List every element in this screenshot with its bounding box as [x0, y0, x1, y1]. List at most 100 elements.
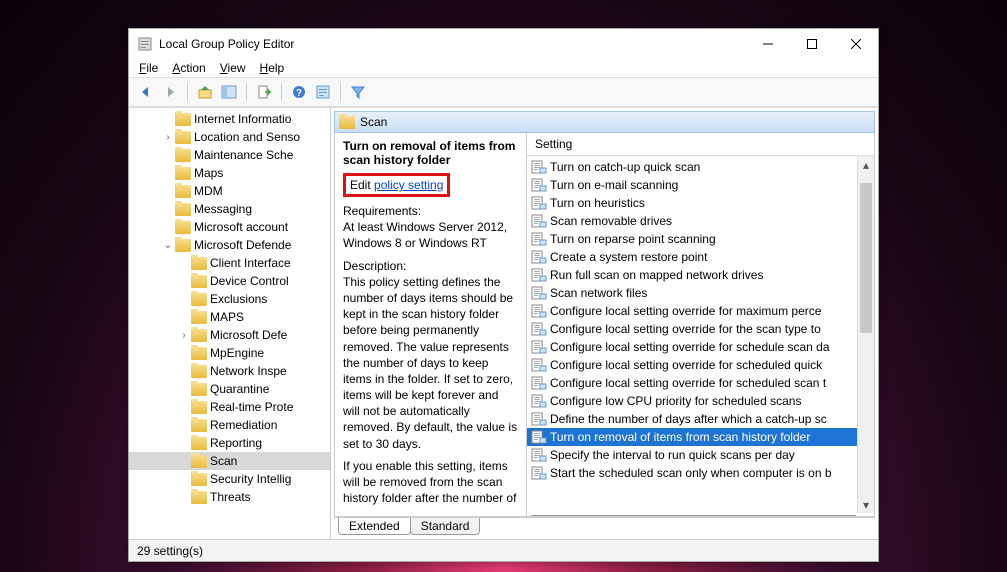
description-text-2: If you enable this setting, items will b… — [343, 458, 518, 507]
settings-list[interactable]: Turn on catch-up quick scan Turn on e-mai… — [527, 156, 874, 513]
tree-item[interactable]: MpEngine — [129, 344, 330, 362]
setting-label: Run full scan on mapped network drives — [550, 268, 763, 282]
tree-pane[interactable]: Internet Informatio › Location and Senso Ma… — [129, 108, 331, 539]
minimize-button[interactable] — [746, 29, 790, 59]
tree-item[interactable]: Network Inspe — [129, 362, 330, 380]
show-hide-tree-button[interactable] — [218, 81, 240, 103]
column-header[interactable]: Setting — [527, 133, 874, 156]
setting-row[interactable]: Configure local setting override for the… — [527, 320, 874, 338]
tree-item[interactable]: MAPS — [129, 308, 330, 326]
setting-row[interactable]: Turn on catch-up quick scan — [527, 158, 874, 176]
folder-icon — [191, 257, 207, 270]
tree-item-label: Microsoft account — [194, 220, 288, 234]
description-text: This policy setting defines the number o… — [343, 275, 517, 451]
setting-label: Configure local setting override for sch… — [550, 358, 822, 372]
setting-row[interactable]: Turn on heuristics — [527, 194, 874, 212]
scroll-down-icon[interactable]: ▾ — [858, 496, 874, 513]
tree-item[interactable]: Scan — [129, 452, 330, 470]
tree-item[interactable]: Maintenance Sche — [129, 146, 330, 164]
setting-row[interactable]: Scan removable drives — [527, 212, 874, 230]
app-icon — [137, 36, 153, 52]
setting-label: Configure local setting override for max… — [550, 304, 821, 318]
folder-icon — [175, 113, 191, 126]
setting-label: Define the number of days after which a … — [550, 412, 827, 426]
menu-view[interactable]: View — [220, 61, 246, 75]
forward-button[interactable] — [159, 81, 181, 103]
setting-row[interactable]: Create a system restore point — [527, 248, 874, 266]
tree-item[interactable]: Device Control — [129, 272, 330, 290]
tree-item-label: Network Inspe — [210, 364, 287, 378]
up-button[interactable] — [194, 81, 216, 103]
setting-row[interactable]: Configure local setting override for sch… — [527, 374, 874, 392]
tree-item[interactable]: Quarantine — [129, 380, 330, 398]
tree-item[interactable]: Client Interface — [129, 254, 330, 272]
tree-item[interactable]: Security Intellig — [129, 470, 330, 488]
toolbar: ? — [129, 77, 878, 107]
tab-standard[interactable]: Standard — [410, 518, 481, 535]
setting-row[interactable]: Define the number of days after which a … — [527, 410, 874, 428]
tree-item[interactable]: Maps — [129, 164, 330, 182]
setting-row[interactable]: Turn on reparse point scanning — [527, 230, 874, 248]
pane-header: Scan — [334, 111, 875, 133]
folder-icon — [175, 149, 191, 162]
tree-item[interactable]: Real-time Prote — [129, 398, 330, 416]
tree-item[interactable]: ⌄Microsoft Defende — [129, 236, 330, 254]
folder-icon — [191, 365, 207, 378]
tree-item-label: MpEngine — [210, 346, 264, 360]
tree-item[interactable]: Microsoft account — [129, 218, 330, 236]
setting-row[interactable]: Start the scheduled scan only when compu… — [527, 464, 874, 482]
setting-label: Turn on e-mail scanning — [550, 178, 678, 192]
tree-item-label: Maps — [194, 166, 223, 180]
setting-row[interactable]: Turn on e-mail scanning — [527, 176, 874, 194]
setting-row[interactable]: Turn on removal of items from scan histo… — [527, 428, 874, 446]
tree-item-label: Real-time Prote — [210, 400, 293, 414]
tree-item-label: Microsoft Defe — [210, 328, 287, 342]
properties-button[interactable] — [312, 81, 334, 103]
policy-icon — [531, 376, 547, 390]
tree-item[interactable]: Internet Informatio — [129, 110, 330, 128]
menu-help[interactable]: Help — [260, 61, 285, 75]
filter-button[interactable] — [347, 81, 369, 103]
setting-row[interactable]: Configure local setting override for sch… — [527, 356, 874, 374]
tree-item[interactable]: › Location and Senso — [129, 128, 330, 146]
chevron-right-icon[interactable]: › — [161, 132, 175, 143]
setting-row[interactable]: Configure low CPU priority for scheduled… — [527, 392, 874, 410]
tree-item[interactable]: MDM — [129, 182, 330, 200]
chevron-down-icon[interactable]: ⌄ — [161, 240, 175, 251]
folder-icon — [191, 437, 207, 450]
edit-policy-link[interactable]: policy setting — [374, 178, 443, 192]
back-button[interactable] — [135, 81, 157, 103]
requirements-text: At least Windows Server 2012, Windows 8 … — [343, 220, 507, 250]
folder-icon — [175, 167, 191, 180]
tree-item[interactable]: Messaging — [129, 200, 330, 218]
setting-label: Scan removable drives — [550, 214, 672, 228]
close-button[interactable] — [834, 29, 878, 59]
vertical-scrollbar[interactable]: ▴ ▾ — [857, 156, 874, 513]
chevron-right-icon[interactable]: › — [177, 330, 191, 341]
tree-item[interactable]: Reporting — [129, 434, 330, 452]
tree-item[interactable]: › Microsoft Defe — [129, 326, 330, 344]
maximize-button[interactable] — [790, 29, 834, 59]
tab-extended[interactable]: Extended — [338, 518, 411, 535]
tree-item-label: Security Intellig — [210, 472, 291, 486]
tree-item-label: Location and Senso — [194, 130, 300, 144]
menu-action[interactable]: Action — [172, 61, 205, 75]
scroll-thumb[interactable] — [860, 183, 872, 333]
tree-item[interactable]: Threats — [129, 488, 330, 506]
folder-icon — [191, 347, 207, 360]
setting-row[interactable]: Scan network files — [527, 284, 874, 302]
setting-row[interactable]: Configure local setting override for sch… — [527, 338, 874, 356]
edit-label: Edit — [350, 178, 371, 192]
scroll-up-icon[interactable]: ▴ — [858, 156, 874, 173]
detail-panel: Turn on removal of items from scan histo… — [335, 133, 527, 516]
setting-row[interactable]: Specify the interval to run quick scans … — [527, 446, 874, 464]
setting-row[interactable]: Run full scan on mapped network drives — [527, 266, 874, 284]
pane-title: Scan — [360, 115, 387, 129]
setting-row[interactable]: Configure local setting override for max… — [527, 302, 874, 320]
help-button[interactable]: ? — [288, 81, 310, 103]
menu-file[interactable]: File — [139, 61, 158, 75]
tab-strip: Extended Standard — [334, 517, 875, 539]
tree-item[interactable]: Remediation — [129, 416, 330, 434]
export-button[interactable] — [253, 81, 275, 103]
tree-item[interactable]: Exclusions — [129, 290, 330, 308]
